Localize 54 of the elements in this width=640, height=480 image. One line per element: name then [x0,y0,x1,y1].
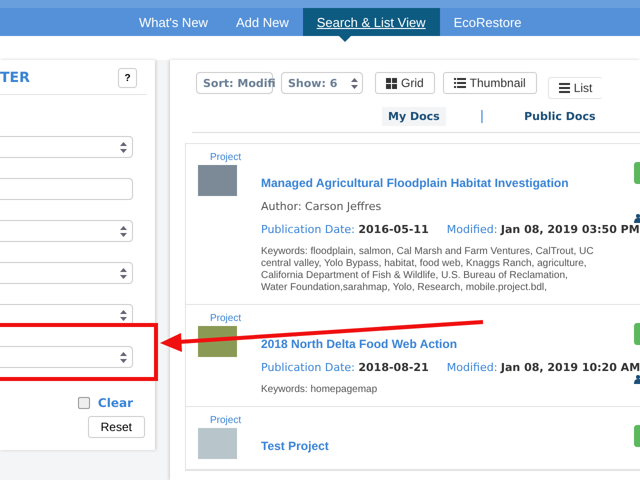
reset-button[interactable]: Reset [88,416,145,438]
keywords-line: Water Foundation,sarahmap, Yolo, Research, mobile.project.bdl, [261,282,548,294]
text-field[interactable] [0,178,133,200]
clear-link[interactable]: Clear [98,396,133,410]
modified-date: Modified: Jan 08, 2019 03:50 PM [446,223,640,236]
nav-tab[interactable]: EcoRestore [440,8,536,36]
sort-select[interactable]: Sort: Modifi [196,72,273,94]
select-arrows-icon [351,78,358,88]
author-text: Author: Carson Jeffres [261,200,382,213]
select-arrows-icon [120,352,127,362]
photo-placeholder [198,165,237,196]
publication-date: Publication Date: 2016-05-11 [261,223,429,236]
nav-tab[interactable]: Search & List View [302,8,440,36]
result-title[interactable]: 2018 North Delta Food Web Action [261,337,458,351]
nav-tab[interactable]: Add New [222,8,303,36]
panel-title: TER [0,70,30,86]
keywords-line: Keywords: floodplain, salmon, Cal Marsh and Farm Ventures, CalTrout, UC [261,246,595,258]
person-icon [634,214,640,223]
view-button[interactable]: List [548,77,602,99]
grid-icon [386,78,397,88]
select-arrows-icon [120,142,127,152]
result-title[interactable]: Managed Agricultural Floodplain Habitat Investigation [261,176,569,190]
select-arrows-icon [120,226,127,236]
person-icon [634,375,640,384]
docs-tab[interactable]: Public Docs [518,107,602,126]
docs-tab[interactable]: My Docs [382,107,446,126]
select-field[interactable] [0,220,133,242]
keywords-line: California Department of Fish & Wildlife, U.S. Bureau of Reclamation, [261,270,569,282]
separator: | [480,109,484,124]
select-field[interactable] [0,136,133,158]
view-button[interactable]: Grid [375,72,435,94]
publication-date: Publication Date: 2018-08-21 [261,361,429,374]
show-select[interactable]: Show: 6 [281,72,363,94]
modified-date: Modified: Jan 08, 2019 10:20 AM [446,361,640,374]
checkbox[interactable] [78,397,90,409]
type-label: Project [210,313,242,324]
menu-lines-icon [558,83,570,93]
photo-placeholder [198,428,237,459]
action-button[interactable] [634,162,640,184]
list-bullets-icon [454,78,466,88]
type-label: Project [210,415,242,426]
nav-tab[interactable]: What's New [125,8,222,36]
view-button[interactable]: Thumbnail [442,72,537,94]
select-arrows-icon [120,310,127,320]
type-label: Project [210,152,242,163]
result-title[interactable]: Test Project [261,439,329,453]
select-field[interactable] [0,262,133,284]
select-arrows-icon [120,268,127,278]
help-button[interactable]: ? [118,68,137,88]
select-field[interactable] [0,346,133,368]
action-button[interactable] [634,425,640,447]
keywords-line: Keywords: homepagemap [261,384,378,396]
keywords-line: central valley, Yolo Bypass, habitat, food web, Knaggs Ranch, agriculture, [261,258,588,270]
action-button[interactable] [634,323,640,345]
